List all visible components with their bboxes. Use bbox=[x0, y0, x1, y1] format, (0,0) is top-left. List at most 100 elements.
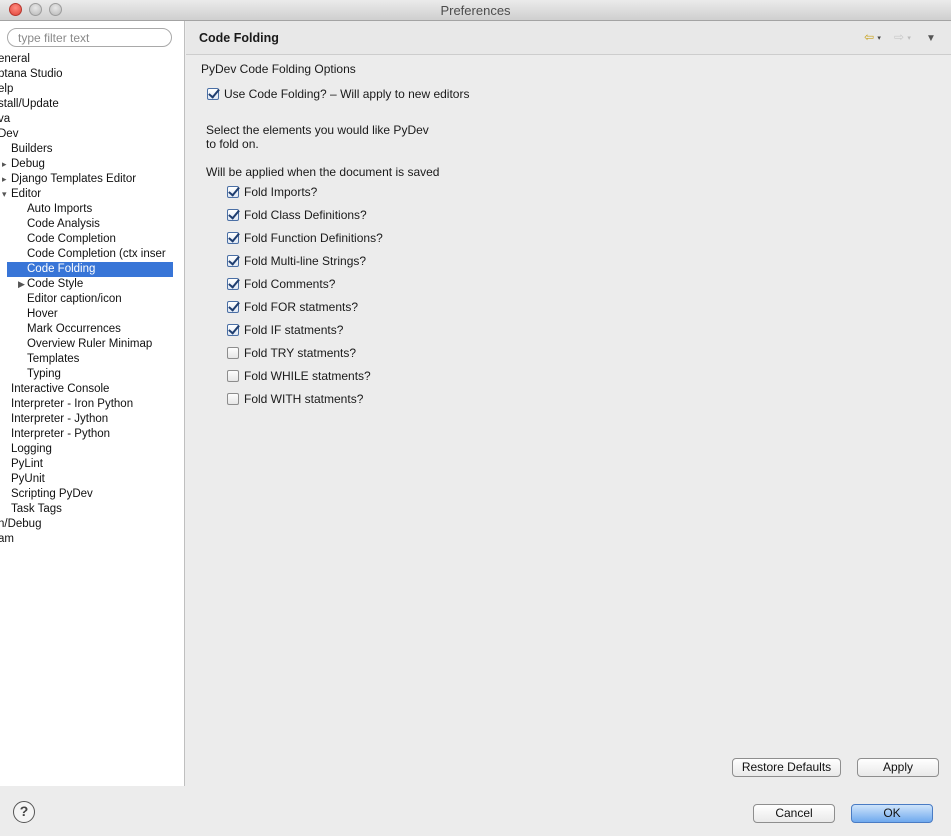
forward-arrow-icon: ⇨ bbox=[894, 30, 905, 44]
tree-item[interactable]: Hover bbox=[0, 307, 184, 322]
tree-item-label: Code Style bbox=[27, 278, 84, 290]
tree-expander-icon[interactable]: ▸ bbox=[2, 157, 7, 172]
tree-item-label: ptana Studio bbox=[0, 68, 63, 80]
tree-item-label: Code Completion (ctx inser bbox=[27, 248, 166, 260]
fold-option-label: Fold Imports? bbox=[244, 185, 318, 199]
tree-item-label: Scripting PyDev bbox=[11, 488, 93, 500]
fold-option-checkbox[interactable] bbox=[227, 186, 239, 198]
tree-item[interactable]: Interpreter - Python bbox=[0, 427, 184, 442]
description-line-1: Select the elements you would like PyDev bbox=[206, 123, 429, 137]
tree-item-label: Code Completion bbox=[27, 233, 116, 245]
tree-item[interactable]: Code Analysis bbox=[0, 217, 184, 232]
tree-item[interactable]: Code Completion bbox=[0, 232, 184, 247]
tree-item[interactable]: Interactive Console bbox=[0, 382, 184, 397]
ok-button[interactable]: OK bbox=[851, 804, 933, 823]
window-title: Preferences bbox=[440, 3, 511, 18]
fold-option-checkbox[interactable] bbox=[227, 255, 239, 267]
tree-expander-icon[interactable]: ▸ bbox=[2, 172, 7, 187]
tree-item-label: Templates bbox=[27, 353, 80, 365]
tree-item[interactable]: PyLint bbox=[0, 457, 184, 472]
view-menu-button[interactable]: ▼ bbox=[926, 33, 936, 49]
tree-item[interactable]: ▸ Django Templates Editor bbox=[0, 172, 184, 187]
tree-expander-icon[interactable]: ▾ bbox=[2, 187, 7, 202]
apply-button[interactable]: Apply bbox=[857, 758, 939, 777]
tree-item-label: PyUnit bbox=[11, 473, 45, 485]
tree-item[interactable]: Logging bbox=[0, 442, 184, 457]
page-title: Code Folding bbox=[199, 31, 279, 45]
tree-item-label: PyLint bbox=[11, 458, 43, 470]
tree-item[interactable]: Editor caption/icon bbox=[0, 292, 184, 307]
tree-item[interactable]: Interpreter - Jython bbox=[0, 412, 184, 427]
tree-item[interactable]: n/Debug bbox=[0, 517, 184, 532]
tree-item[interactable]: Code Folding bbox=[7, 262, 173, 277]
preferences-sidebar: eneral ptana Studio elp stall/Update va Dev Bu… bbox=[0, 21, 185, 786]
use-code-folding-checkbox[interactable] bbox=[207, 88, 219, 100]
tree-item-label: Hover bbox=[27, 308, 58, 320]
fold-option-checkbox[interactable] bbox=[227, 232, 239, 244]
tree-item[interactable]: PyUnit bbox=[0, 472, 184, 487]
fold-option-label: Fold TRY statments? bbox=[244, 346, 357, 360]
tree-item-label: elp bbox=[0, 83, 14, 95]
tree-item[interactable]: am bbox=[0, 532, 184, 547]
fold-option-checkbox[interactable] bbox=[227, 209, 239, 221]
tree-item-label: Interactive Console bbox=[11, 383, 110, 395]
fold-option-checkbox[interactable] bbox=[227, 301, 239, 313]
tree-item[interactable]: Scripting PyDev bbox=[0, 487, 184, 502]
tree-item[interactable]: Code Completion (ctx inser bbox=[0, 247, 184, 262]
tree-item-label: eneral bbox=[0, 53, 30, 65]
back-button[interactable]: ⇦ ▾ bbox=[864, 30, 881, 46]
tree-item[interactable]: eneral bbox=[0, 52, 184, 67]
view-menu-icon: ▼ bbox=[926, 33, 936, 44]
dialog-footer: ? Cancel OK bbox=[0, 786, 951, 836]
fold-option-label: Fold WITH statments? bbox=[244, 392, 364, 406]
title-bar: Preferences bbox=[0, 0, 951, 21]
tree-item-label: Debug bbox=[11, 158, 45, 170]
tree-item-label: am bbox=[0, 533, 14, 545]
tree-item[interactable]: Auto Imports bbox=[0, 202, 184, 217]
tree-item-label: Interpreter - Iron Python bbox=[11, 398, 134, 410]
tree-item-label: Dev bbox=[0, 128, 19, 140]
tree-item[interactable]: Templates bbox=[0, 352, 184, 367]
tree-item[interactable]: elp bbox=[0, 82, 184, 97]
fold-option-checkbox[interactable] bbox=[227, 278, 239, 290]
tree-item[interactable]: Builders bbox=[0, 142, 184, 157]
tree-item[interactable]: Mark Occurrences bbox=[0, 322, 184, 337]
fold-option-label: Fold Comments? bbox=[244, 277, 336, 291]
help-icon[interactable]: ? bbox=[13, 801, 35, 823]
description-line-2: to fold on. bbox=[206, 137, 259, 151]
tree-expander-icon[interactable]: ▶ bbox=[18, 277, 25, 292]
tree-item[interactable]: Dev bbox=[0, 127, 184, 142]
fold-option-checkbox[interactable] bbox=[227, 393, 239, 405]
fold-option-checkbox[interactable] bbox=[227, 324, 239, 336]
tree-item[interactable]: ▾ Editor bbox=[0, 187, 184, 202]
cancel-button[interactable]: Cancel bbox=[753, 804, 835, 823]
tree-item[interactable]: Task Tags bbox=[0, 502, 184, 517]
applied-note: Will be applied when the document is sav… bbox=[206, 165, 440, 179]
back-dropdown-icon[interactable]: ▾ bbox=[877, 35, 881, 42]
filter-input[interactable] bbox=[7, 28, 172, 47]
tree-item[interactable]: Interpreter - Iron Python bbox=[0, 397, 184, 412]
fold-option-checkbox[interactable] bbox=[227, 370, 239, 382]
tree-item[interactable]: stall/Update bbox=[0, 97, 184, 112]
tree-item-label: Auto Imports bbox=[27, 203, 93, 215]
tree-item-label: Task Tags bbox=[11, 503, 62, 515]
tree-item[interactable]: ▶ Code Style bbox=[0, 277, 184, 292]
restore-defaults-button[interactable]: Restore Defaults bbox=[732, 758, 841, 777]
forward-button[interactable]: ⇨ ▾ bbox=[894, 30, 911, 46]
page-header: Code Folding ⇦ ▾ ⇨ ▾ ▼ bbox=[186, 21, 951, 55]
tree-item[interactable]: ptana Studio bbox=[0, 67, 184, 82]
fold-option-label: Fold Function Definitions? bbox=[244, 231, 383, 245]
tree-item-label: Logging bbox=[11, 443, 52, 455]
tree-item-label: Code Folding bbox=[27, 263, 96, 275]
tree-item-label: Overview Ruler Minimap bbox=[27, 338, 153, 350]
tree-item[interactable]: Typing bbox=[0, 367, 184, 382]
fold-option-checkbox[interactable] bbox=[227, 347, 239, 359]
tree-item[interactable]: va bbox=[0, 112, 184, 127]
tree-item-label: n/Debug bbox=[0, 518, 42, 530]
tree-item[interactable]: Overview Ruler Minimap bbox=[0, 337, 184, 352]
back-arrow-icon: ⇦ bbox=[864, 30, 875, 44]
tree-item-label: Editor caption/icon bbox=[27, 293, 122, 305]
tree-item[interactable]: ▸ Debug bbox=[0, 157, 184, 172]
tree-item-label: Code Analysis bbox=[27, 218, 100, 230]
forward-dropdown-icon[interactable]: ▾ bbox=[907, 35, 911, 42]
